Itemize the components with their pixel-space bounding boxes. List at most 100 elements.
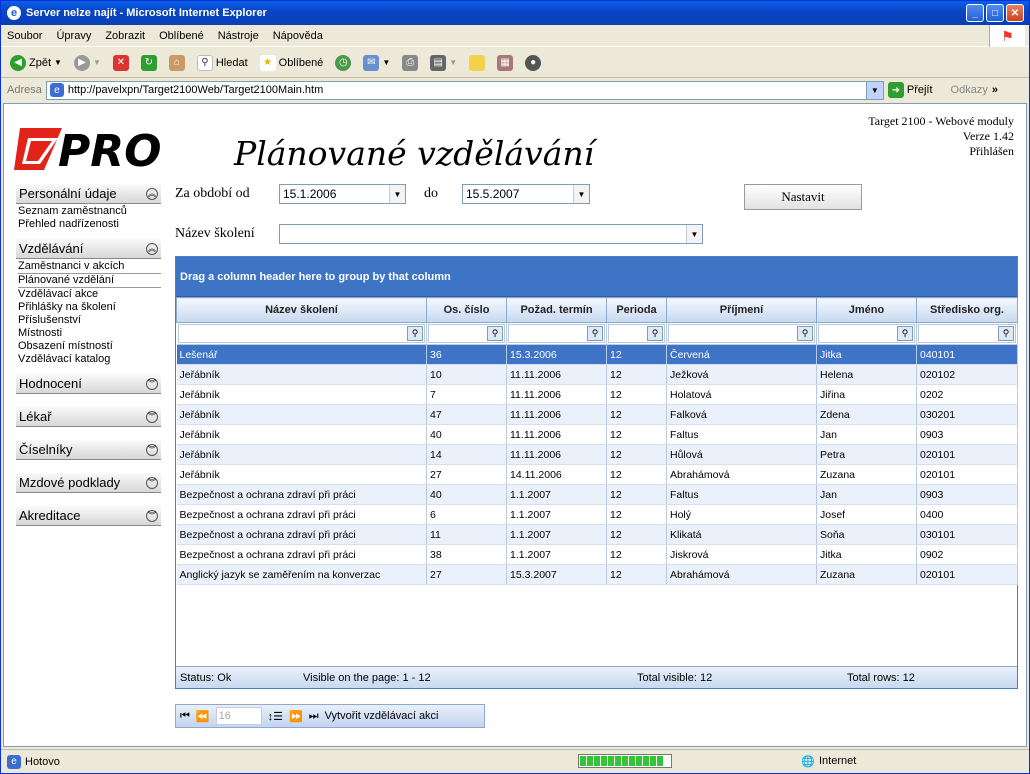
search-icon[interactable]: ⚲ — [587, 326, 603, 341]
filter-input-org-unit[interactable]: ⚲ — [918, 324, 1016, 343]
date-from-select[interactable]: 15.1.2006 ▼ — [279, 184, 406, 204]
table-row[interactable]: Bezpečnost a ochrana zdraví při práci 40 1… — [176, 484, 1018, 505]
first-page-icon[interactable]: ⏮ — [180, 710, 190, 723]
discuss-button[interactable] — [466, 53, 488, 73]
chevron-down-icon[interactable]: ︾ — [146, 476, 158, 489]
mail-button[interactable]: ✉ ▼ — [360, 53, 393, 73]
home-button[interactable]: ⌂ — [166, 53, 188, 73]
messenger-button[interactable]: ● — [522, 53, 544, 73]
menu-oblibene[interactable]: Oblíbené — [159, 30, 204, 42]
sidebar-section-mzdove-podklady[interactable]: Mzdové podklady ︾ — [16, 473, 161, 493]
search-icon[interactable]: ⚲ — [897, 326, 913, 341]
links-label[interactable]: Odkazy — [951, 84, 988, 96]
last-page-icon[interactable]: ⏭ — [309, 710, 319, 723]
filter-input-personal-number[interactable]: ⚲ — [428, 324, 505, 343]
column-header-first-name[interactable]: Jméno — [816, 297, 917, 323]
chevron-up-icon[interactable]: ︽ — [146, 242, 158, 255]
table-row[interactable]: Jeřábník 14 11.11.2006 12 Hůlová Petra 020101 — [176, 444, 1018, 465]
back-button[interactable]: ◀ Zpět ▼ — [7, 53, 65, 73]
menu-zobrazit[interactable]: Zobrazit — [105, 30, 145, 42]
go-button[interactable]: ➜ Přejít — [887, 82, 933, 98]
set-button[interactable]: Nastavit — [744, 184, 862, 210]
login-status[interactable]: Přihlášen — [868, 144, 1014, 159]
page-size-icon[interactable]: ↕☰ — [268, 710, 283, 723]
sidebar-item-vzdelavaci-akce[interactable]: Vzdělávací akce — [18, 288, 161, 301]
filter-input-course[interactable]: ⚲ — [177, 324, 425, 343]
research-button[interactable]: ▦ — [494, 53, 516, 73]
sidebar-item-obsazeni-mistnosti[interactable]: Obsazení místností — [18, 340, 161, 353]
chevron-down-icon[interactable]: ︾ — [146, 410, 158, 423]
history-button[interactable]: ◷ — [332, 53, 354, 73]
column-header-personal-number[interactable]: Os. číslo — [426, 297, 507, 323]
sidebar-section-ciselniky[interactable]: Číselníky ︾ — [16, 440, 161, 460]
table-row[interactable]: Anglický jazyk se zaměřením na konverzac… — [176, 564, 1018, 585]
menu-nastroje[interactable]: Nástroje — [218, 30, 259, 42]
menu-napoveda[interactable]: Nápověda — [273, 30, 323, 42]
forward-button[interactable]: ▶ ▼ — [71, 53, 104, 73]
next-page-icon[interactable]: ⏩ — [289, 710, 303, 723]
search-icon[interactable]: ⚲ — [487, 326, 503, 341]
table-row[interactable]: Jeřábník 40 11.11.2006 12 Faltus Jan 0903 — [176, 424, 1018, 445]
table-row[interactable]: Jeřábník 27 14.11.2006 12 Abrahámová Zuzana 02… — [176, 464, 1018, 485]
sidebar-section-akreditace[interactable]: Akreditace ︾ — [16, 506, 161, 526]
search-icon[interactable]: ⚲ — [998, 326, 1014, 341]
course-select[interactable]: ▼ — [279, 224, 703, 244]
sidebar-section-lekar[interactable]: Lékař ︾ — [16, 407, 161, 427]
create-action-button[interactable]: Vytvořit vzdělávací akci — [325, 710, 439, 722]
search-icon[interactable]: ⚲ — [647, 326, 663, 341]
close-button[interactable]: ✕ — [1006, 4, 1024, 22]
chevron-down-icon[interactable]: ▼ — [389, 185, 405, 203]
refresh-button[interactable]: ↻ — [138, 53, 160, 73]
column-header-period[interactable]: Perioda — [606, 297, 667, 323]
column-header-course[interactable]: Název školení — [176, 297, 427, 323]
filter-input-surname[interactable]: ⚲ — [668, 324, 815, 343]
edit-button[interactable]: ▤ ▼ — [427, 53, 460, 73]
sidebar-item-seznam-zamestnancu[interactable]: Seznam zaměstnanců — [18, 205, 161, 218]
maximize-button[interactable]: □ — [986, 4, 1004, 22]
sidebar-section-vzdelavani[interactable]: Vzdělávání ︽ — [16, 239, 161, 259]
table-row[interactable]: Bezpečnost a ochrana zdraví při práci 11 1… — [176, 524, 1018, 545]
address-input[interactable]: e http://pavelxpn/Target2100Web/Target21… — [45, 80, 884, 100]
sidebar-item-planovane-vzdelani[interactable]: Plánované vzdělání — [18, 273, 161, 288]
table-row[interactable]: Bezpečnost a ochrana zdraví při práci 38 1… — [176, 544, 1018, 565]
address-dropdown-icon[interactable]: ▼ — [865, 81, 883, 99]
sidebar-item-vzdelavaci-katalog[interactable]: Vzdělávací katalog — [18, 353, 161, 366]
chevron-down-icon[interactable]: ▼ — [573, 185, 589, 203]
table-row[interactable]: Lešenář 36 15.3.2006 12 Červená Jitka 040101 — [176, 344, 1018, 365]
sidebar-section-personalni-udaje[interactable]: Personální údaje ︽ — [16, 184, 161, 204]
chevron-up-icon[interactable]: ︽ — [146, 187, 158, 200]
search-button[interactable]: ⚲ Hledat — [194, 53, 251, 73]
chevron-right-icon[interactable]: » — [992, 84, 998, 96]
filter-input-required-date[interactable]: ⚲ — [508, 324, 605, 343]
search-icon[interactable]: ⚲ — [407, 326, 423, 341]
table-row[interactable]: Jeřábník 47 11.11.2006 12 Falková Zdena 030201 — [176, 404, 1018, 425]
column-header-surname[interactable]: Příjmení — [666, 297, 817, 323]
sidebar-item-prislusenstvi[interactable]: Příslušenství — [18, 314, 161, 327]
chevron-down-icon[interactable]: ︾ — [146, 509, 158, 522]
sidebar-item-prihlasky[interactable]: Přihlášky na školení — [18, 301, 161, 314]
favorites-button[interactable]: ★ Oblíbené — [257, 53, 327, 73]
chevron-down-icon[interactable]: ▼ — [686, 225, 702, 243]
table-row[interactable]: Jeřábník 10 11.11.2006 12 Ježková Helena 02010… — [176, 364, 1018, 385]
column-header-required-date[interactable]: Požad. termín — [506, 297, 607, 323]
filter-input-period[interactable]: ⚲ — [608, 324, 665, 343]
previous-page-icon[interactable]: ⏪ — [196, 710, 210, 723]
group-by-area[interactable]: Drag a column header here to group by th… — [176, 257, 1017, 297]
print-button[interactable]: ⎙ — [399, 53, 421, 73]
search-icon[interactable]: ⚲ — [797, 326, 813, 341]
stop-button[interactable]: ✕ — [110, 53, 132, 73]
sidebar-item-mistnosti[interactable]: Místnosti — [18, 327, 161, 340]
table-row[interactable]: Jeřábník 7 11.11.2006 12 Holatová Jiřina 0202 — [176, 384, 1018, 405]
filter-input-first-name[interactable]: ⚲ — [818, 324, 915, 343]
menu-upravy[interactable]: Úpravy — [56, 30, 91, 42]
sidebar-item-zamestnanci-v-akcich[interactable]: Zaměstnanci v akcích — [18, 260, 161, 273]
chevron-down-icon[interactable]: ︾ — [146, 377, 158, 390]
date-to-select[interactable]: 15.5.2007 ▼ — [462, 184, 590, 204]
menu-soubor[interactable]: Soubor — [7, 30, 42, 42]
column-header-org-unit[interactable]: Středisko org. — [916, 297, 1018, 323]
sidebar-section-hodnoceni[interactable]: Hodnocení ︾ — [16, 374, 161, 394]
chevron-down-icon[interactable]: ︾ — [146, 443, 158, 456]
minimize-button[interactable]: _ — [966, 4, 984, 22]
sidebar-item-prehled-nadrizenosti[interactable]: Přehled nadřízenosti — [18, 218, 161, 231]
table-row[interactable]: Bezpečnost a ochrana zdraví při práci 6 1.… — [176, 504, 1018, 525]
